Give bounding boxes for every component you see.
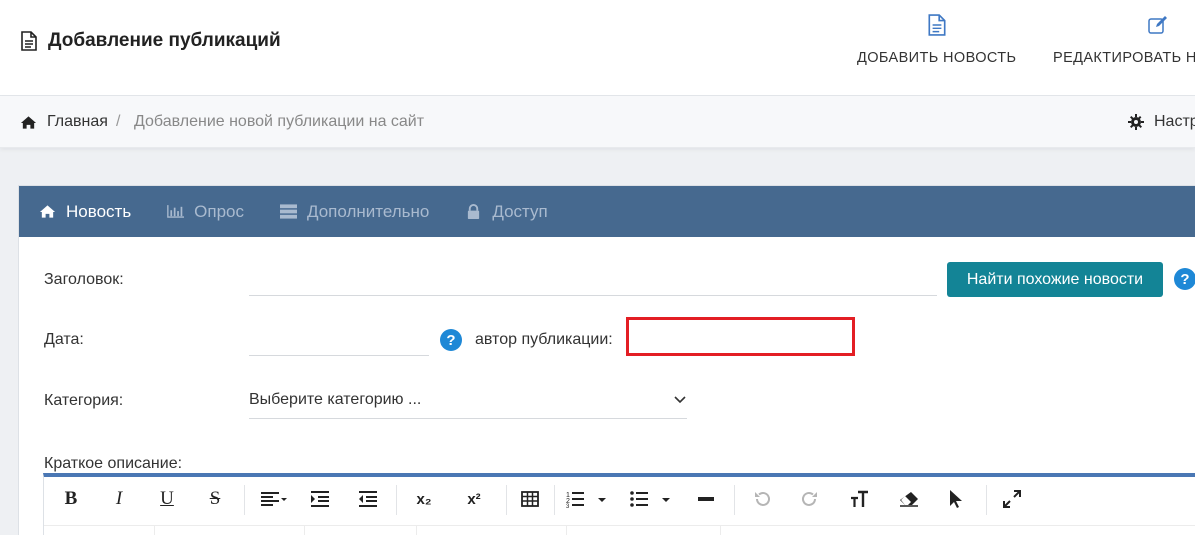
title-label: Заголовок:: [44, 271, 124, 288]
bar-chart-icon: [167, 205, 185, 218]
page-title: Добавление публикаций: [20, 30, 281, 52]
table-icon: [521, 491, 539, 507]
ordered-list-button[interactable]: 123: [564, 485, 612, 513]
settings-label: Настр: [1154, 113, 1195, 130]
tab-news[interactable]: Новость: [39, 186, 131, 237]
horizontal-rule-icon: [698, 497, 714, 501]
align-dropdown-button[interactable]: [256, 485, 292, 513]
toolbar-divider: [986, 485, 987, 515]
breadcrumb: Главная / Добавление новой публикации на…: [0, 96, 1195, 148]
category-selected-value: Выберите категорию ...: [249, 391, 422, 408]
date-input[interactable]: [249, 330, 429, 356]
unordered-list-icon: [630, 491, 670, 507]
expand-icon: [1003, 490, 1021, 508]
list-icon: [280, 204, 298, 219]
editor-grid-line: [304, 525, 305, 535]
outdent-icon: [359, 491, 377, 507]
font-size-button[interactable]: [846, 485, 872, 513]
edit-news-label: РЕДАКТИРОВАТЬ Н: [1053, 50, 1195, 66]
tab-access-label: Доступ: [492, 201, 548, 221]
redo-button[interactable]: [798, 485, 822, 513]
gear-icon: [1128, 114, 1144, 130]
undo-icon: [755, 491, 770, 506]
editor-grid-line: [720, 525, 721, 535]
category-select[interactable]: Выберите категорию ...: [249, 387, 687, 419]
document-icon: [928, 14, 946, 36]
italic-button[interactable]: I: [108, 485, 130, 513]
outdent-button[interactable]: [356, 485, 380, 513]
breadcrumb-home[interactable]: Главная: [20, 113, 108, 131]
home-icon: [39, 205, 56, 218]
superscript-button[interactable]: x²: [460, 485, 488, 513]
tab-poll-label: Опрос: [194, 201, 245, 221]
indent-button[interactable]: [308, 485, 332, 513]
publication-form-panel: Новость Опрос Дополнительно Доступ Загол…: [18, 185, 1195, 535]
tab-additional[interactable]: Дополнительно: [280, 186, 429, 237]
editor-grid-line: [416, 525, 417, 535]
fullscreen-button[interactable]: [1000, 485, 1024, 513]
clear-format-button[interactable]: [896, 485, 922, 513]
chevron-down-icon: [674, 396, 686, 404]
toolbar-divider: [396, 485, 397, 515]
strikethrough-button[interactable]: S: [204, 485, 226, 513]
eraser-icon: [900, 492, 918, 507]
breadcrumb-separator: /: [116, 113, 121, 130]
breadcrumb-home-label: Главная: [47, 113, 108, 130]
help-icon[interactable]: ?: [1174, 268, 1195, 290]
underline-button[interactable]: U: [156, 485, 178, 513]
author-label: автор публикации:: [475, 331, 613, 348]
cursor-icon: [950, 490, 962, 508]
document-icon: [21, 31, 37, 51]
tab-additional-label: Дополнительно: [307, 201, 430, 221]
editor-grid-line: [154, 525, 155, 535]
align-left-icon: [261, 492, 287, 506]
lock-icon: [468, 204, 480, 219]
editor-grid-line: [566, 525, 567, 535]
tab-access[interactable]: Доступ: [465, 186, 548, 237]
editor-toolbar: B I U S x₂ x² 123: [44, 477, 1195, 523]
horizontal-rule-button[interactable]: [694, 485, 718, 513]
font-size-icon: [851, 490, 868, 507]
tab-news-label: Новость: [66, 201, 132, 221]
author-input[interactable]: [626, 317, 855, 356]
settings-link[interactable]: Настр: [1128, 113, 1195, 131]
add-news-label: ДОБАВИТЬ НОВОСТЬ: [857, 50, 1017, 66]
table-button[interactable]: [518, 485, 542, 513]
subscript-button[interactable]: x₂: [410, 485, 438, 513]
date-help-icon[interactable]: ?: [440, 329, 462, 351]
unordered-list-button[interactable]: [628, 485, 676, 513]
ordered-list-icon: 123: [566, 492, 606, 508]
home-icon: [20, 115, 37, 129]
editor-grid-line: [44, 525, 1195, 526]
title-input[interactable]: [249, 270, 937, 296]
edit-news-button[interactable]: РЕДАКТИРОВАТЬ Н: [1053, 14, 1195, 66]
rich-text-editor: B I U S x₂ x² 123: [43, 473, 1195, 535]
short-description-label: Краткое описание:: [44, 455, 183, 472]
bold-button[interactable]: B: [60, 485, 82, 513]
toolbar-divider: [244, 485, 245, 515]
select-cursor-button[interactable]: [944, 485, 968, 513]
undo-button[interactable]: [750, 485, 774, 513]
breadcrumb-current: Добавление новой публикации на сайт: [134, 113, 425, 130]
indent-icon: [311, 491, 329, 507]
toolbar-divider: [554, 485, 555, 515]
form-tabs: Новость Опрос Дополнительно Доступ: [19, 186, 1195, 237]
category-label: Категория:: [44, 392, 124, 409]
top-bar: Добавление публикаций ДОБАВИТЬ НОВОСТЬ Р…: [0, 0, 1195, 96]
redo-icon: [802, 491, 817, 506]
page-title-text: Добавление публикаций: [48, 30, 281, 51]
tab-poll[interactable]: Опрос: [167, 186, 244, 237]
date-label: Дата:: [44, 331, 84, 348]
toolbar-divider: [506, 485, 507, 515]
find-similar-news-button[interactable]: Найти похожие новости: [947, 262, 1163, 297]
add-news-button[interactable]: ДОБАВИТЬ НОВОСТЬ: [857, 14, 1016, 66]
edit-icon: [1148, 16, 1167, 34]
toolbar-divider: [734, 485, 735, 515]
